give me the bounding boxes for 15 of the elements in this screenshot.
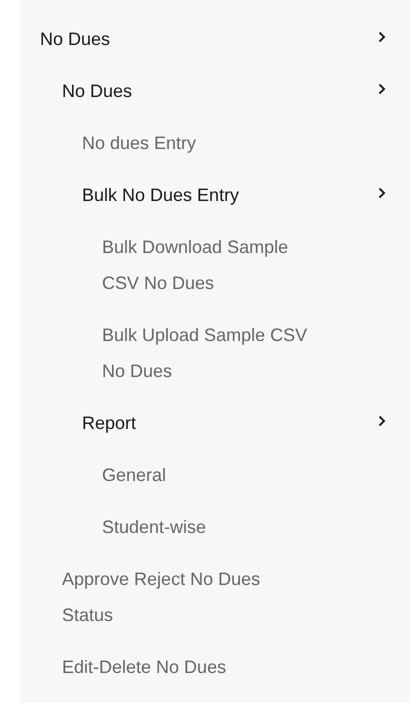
chevron-icon <box>378 187 386 199</box>
menu-item[interactable]: Edit-Delete No Dues <box>62 649 226 685</box>
menu-item[interactable]: Approve Reject No Dues Status <box>62 561 277 633</box>
menu-item[interactable]: No Dues <box>62 73 132 109</box>
menu-item[interactable]: No dues Entry <box>82 125 196 161</box>
menu-item[interactable]: Bulk Download Sample CSV No Dues <box>102 229 317 301</box>
menu-item[interactable]: Bulk No Dues Entry <box>82 177 240 213</box>
menu-item[interactable]: Bulk Upload Sample CSV No Dues <box>102 317 317 389</box>
menu-item[interactable]: General <box>102 457 166 493</box>
chevron-icon <box>378 31 386 43</box>
chevron-icon <box>378 83 386 95</box>
chevron-icon <box>378 415 386 427</box>
menu-item[interactable]: Student-wise <box>102 509 206 545</box>
menu-item[interactable]: Report <box>82 405 136 441</box>
menu-item[interactable]: No Dues <box>40 21 110 57</box>
